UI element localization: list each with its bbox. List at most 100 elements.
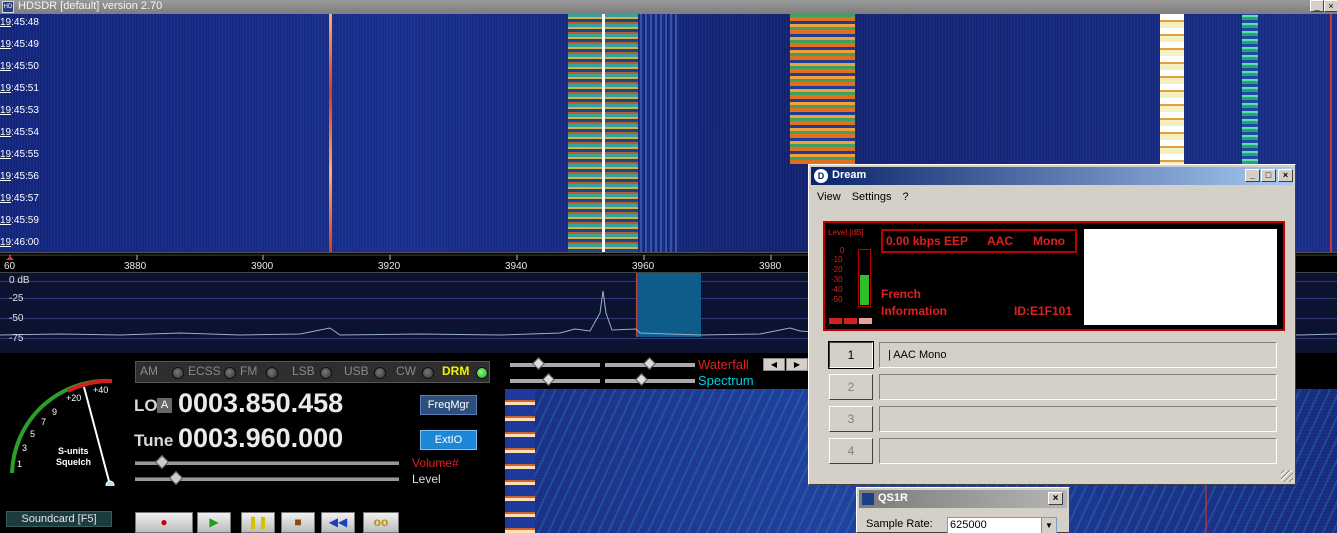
lo-a-badge[interactable]: A: [157, 398, 172, 413]
scale-tick-label: 3960: [632, 261, 655, 272]
lo-frequency-display[interactable]: 0003.850.458: [178, 388, 343, 419]
mode-am[interactable]: AM: [140, 364, 188, 382]
menu-help[interactable]: ?: [903, 191, 909, 203]
timestamp: 19:45:48: [0, 17, 39, 28]
waterfall-label: Waterfall: [698, 357, 749, 372]
dream-window: D Dream _ □ × View Settings ? Level [dB]…: [808, 164, 1296, 485]
loop-button[interactable]: oo: [363, 512, 399, 533]
volume-slider-knob[interactable]: [154, 454, 170, 470]
mode-selector: AM ECSS FM LSB USB CW DRM: [135, 361, 490, 383]
dream-maximize-button[interactable]: □: [1261, 169, 1276, 182]
pause-button[interactable]: ❚❚: [241, 512, 275, 533]
dream-title-bar[interactable]: D Dream _ □ ×: [811, 167, 1293, 185]
tune-frequency-display[interactable]: 0003.960.000: [178, 423, 343, 454]
mode-cw[interactable]: CW: [396, 364, 442, 382]
dream-status-panel: Level [dB] 0 -10 -20 -30 -40 -50 0.00 kb…: [823, 221, 1285, 331]
rewind-button[interactable]: ◀◀: [321, 512, 355, 533]
soundcard-button[interactable]: Soundcard [F5]: [6, 511, 112, 527]
spectrum-speed-slider[interactable]: [510, 373, 600, 386]
waterfall-speed-slider[interactable]: [510, 357, 600, 370]
volume-slider[interactable]: [135, 454, 399, 470]
mode-led-icon: [320, 367, 332, 379]
close-button[interactable]: ×: [1324, 0, 1337, 12]
timestamp: 19:45:59: [0, 215, 39, 226]
minimize-button[interactable]: _: [1310, 0, 1324, 12]
service-2-button[interactable]: 2: [829, 374, 873, 400]
mode-led-icon: [374, 367, 386, 379]
mode-usb[interactable]: USB: [344, 364, 394, 382]
level-meter: [858, 249, 871, 307]
extio-button[interactable]: ExtIO: [420, 430, 477, 450]
level-slider-knob[interactable]: [168, 470, 184, 486]
service-label-display: [1084, 229, 1277, 325]
record-button[interactable]: ●: [135, 512, 193, 533]
level-slider[interactable]: [135, 470, 399, 486]
scroll-left-button[interactable]: ◀: [763, 358, 785, 371]
freqmgr-button[interactable]: FreqMgr: [420, 395, 477, 415]
qs1r-app-icon: [862, 493, 874, 505]
scale-tick-label: 3940: [505, 261, 528, 272]
service-1-button[interactable]: 1: [828, 341, 874, 369]
mode-ecss[interactable]: ECSS: [188, 364, 238, 382]
mode-led-icon: [476, 367, 488, 379]
s-meter-title: S-units: [58, 446, 89, 456]
mode-led-icon: [172, 367, 184, 379]
timestamp: 19:45:56: [0, 171, 39, 182]
service-4-label: [879, 438, 1277, 464]
volume-label: Volume#: [412, 456, 459, 470]
dream-close-button[interactable]: ×: [1278, 169, 1293, 182]
timestamp: 19:45:55: [0, 149, 39, 160]
play-button[interactable]: ▶: [197, 512, 231, 533]
spectrum-db-label: -50: [9, 313, 24, 324]
display-controls: Waterfall Spectrum ◀ ▶: [505, 353, 810, 389]
mode-fm[interactable]: FM: [240, 364, 290, 382]
sample-rate-label: Sample Rate:: [866, 518, 933, 530]
stop-button[interactable]: ■: [281, 512, 315, 533]
level-tick: -10: [831, 255, 843, 264]
waterfall-tune-line: [602, 14, 605, 252]
mode-drm[interactable]: DRM: [442, 364, 490, 382]
waterfall-hot-signal: [790, 14, 855, 164]
scale-marker-icon: [6, 256, 14, 260]
level-tick: -50: [831, 295, 843, 304]
timestamp: 19:45:50: [0, 61, 39, 72]
status-indicator: [844, 318, 857, 324]
lo-label: LO: [134, 396, 158, 415]
level-tick: -40: [831, 285, 843, 294]
qs1r-window-title: QS1R: [878, 492, 908, 504]
timestamp: 19:46:00: [0, 237, 39, 248]
service-3-button[interactable]: 3: [829, 406, 873, 432]
qs1r-window: QS1R × Sample Rate: 625000 ▼: [856, 487, 1070, 533]
spectrum-label: Spectrum: [698, 373, 754, 388]
tune-frequency-row: Tune 0003.960.000: [134, 423, 414, 456]
qs1r-close-button[interactable]: ×: [1048, 492, 1063, 505]
resize-grip-icon[interactable]: [1281, 470, 1293, 482]
s-meter-squelch-label[interactable]: Squelch: [56, 457, 91, 467]
service-id-label: ID:E1F101: [1014, 304, 1073, 318]
level-tick: -20: [831, 265, 843, 274]
s-meter-scale-label: 5: [30, 429, 36, 439]
scroll-right-button[interactable]: ▶: [786, 358, 808, 371]
timestamp: 19:45:57: [0, 193, 39, 204]
chevron-down-icon[interactable]: ▼: [1041, 518, 1056, 533]
dream-minimize-button[interactable]: _: [1245, 169, 1260, 182]
main-title-bar[interactable]: HD HDSDR [default] version 2.70 _ ×: [0, 0, 1337, 14]
transport-controls: ● ▶ ❚❚ ■ ◀◀ oo: [135, 512, 400, 533]
program-type-label: Information: [881, 304, 947, 318]
timestamp: 19:45:54: [0, 127, 39, 138]
sample-rate-select[interactable]: 625000 ▼: [947, 517, 1057, 533]
menu-view[interactable]: View: [817, 191, 841, 203]
level-meter-fill: [860, 275, 869, 305]
spectrum-contrast-slider[interactable]: [605, 373, 695, 386]
service-4-button[interactable]: 4: [829, 438, 873, 464]
audio-mode: Mono: [1033, 234, 1065, 248]
scale-tick-label: 60: [4, 261, 16, 272]
timestamp: 19:45:51: [0, 83, 39, 94]
qs1r-title-bar[interactable]: QS1R ×: [859, 490, 1067, 508]
hdsdr-app-icon[interactable]: HD: [2, 1, 14, 13]
mode-lsb[interactable]: LSB: [292, 364, 342, 382]
mode-led-icon: [224, 367, 236, 379]
level-tick: -30: [831, 275, 843, 284]
menu-settings[interactable]: Settings: [852, 191, 892, 203]
waterfall-contrast-slider[interactable]: [605, 357, 695, 370]
